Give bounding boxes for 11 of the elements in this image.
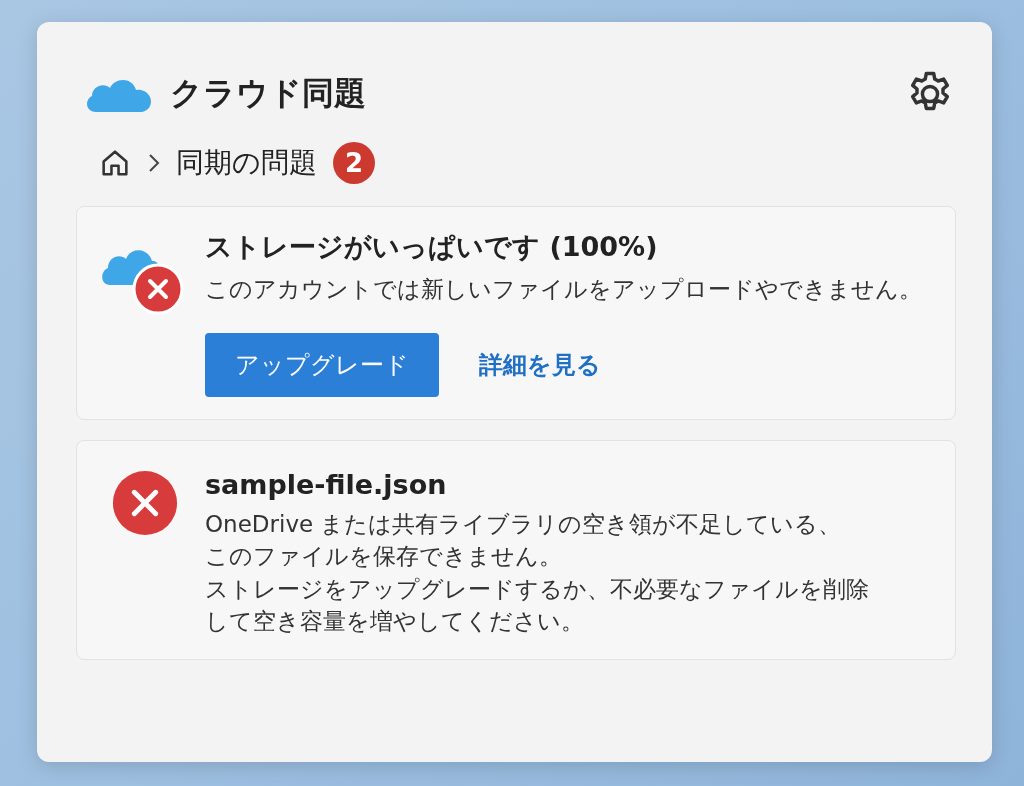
window-title: クラウド同題	[170, 73, 366, 114]
chevron-icon	[148, 153, 160, 173]
issue-title: sample-file.json	[205, 469, 448, 501]
issue-title: ストレージがいっぱいです (100%)	[205, 230, 659, 264]
issue-message: このアカウントでは新しいファイルをアップロードやできません。	[205, 275, 923, 304]
details-link[interactable]: 詳細を見る	[479, 349, 601, 382]
count-badge: 2	[333, 142, 375, 184]
breadcrumb-item[interactable]: 同期の問題	[176, 144, 317, 182]
error-icon	[111, 469, 179, 538]
issue-message: OneDrive または共有ライブラリの空き領が不足している、 このファイルを保存できません。 ストレージをアップグレードするか、不必要なファイルを削除 して空き容量を増やしてください。	[205, 510, 870, 636]
upgrade-button[interactable]: アップグレード	[205, 333, 439, 398]
